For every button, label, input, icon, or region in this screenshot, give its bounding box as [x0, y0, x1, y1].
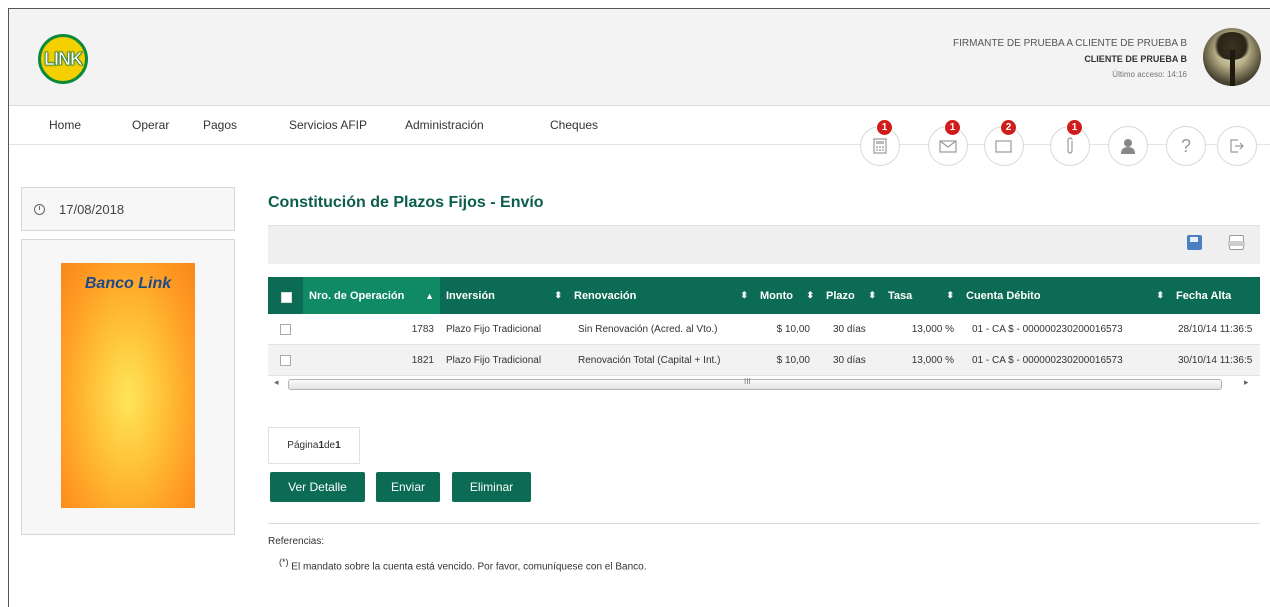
mail-badge: 1 [944, 119, 961, 136]
last-access: Último acceso: 14:16 [1112, 70, 1187, 79]
cell-plazo: 30 días [833, 324, 866, 335]
user-firmante: FIRMANTE DE PRUEBA A CLIENTE DE PRUEBA B [953, 38, 1187, 49]
eliminar-button[interactable]: Eliminar [452, 472, 531, 502]
reference-note: (*) El mandato sobre la cuenta está venc… [279, 557, 647, 572]
col-tasa[interactable]: Tasa ⬍ [882, 277, 960, 314]
select-all-checkbox[interactable] [281, 292, 292, 303]
scroll-left-icon[interactable]: ◂ [274, 377, 279, 388]
promo-banner[interactable]: Banco Link [61, 263, 195, 508]
sort-icon: ⬍ [1156, 290, 1164, 300]
reference-text: El mandato sobre la cuenta está vencido.… [288, 561, 647, 573]
row-checkbox[interactable] [280, 324, 291, 335]
page-title: Constitución de Plazos Fijos - Envío [268, 194, 544, 211]
ver-detalle-button[interactable]: Ver Detalle [270, 472, 365, 502]
cell-inversion: Plazo Fijo Tradicional [446, 355, 542, 366]
nav-administracion[interactable]: Administración [405, 118, 484, 132]
sort-icon: ⬍ [554, 290, 562, 300]
help-icon[interactable]: ? [1166, 126, 1206, 166]
table-row[interactable]: 1821 Plazo Fijo Tradicional Renovación T… [268, 345, 1260, 376]
divider [268, 523, 1260, 524]
logo-text: LINK [44, 48, 84, 69]
grid-toolbar [268, 225, 1260, 264]
save-icon[interactable] [1187, 235, 1202, 250]
cell-plazo: 30 días [833, 355, 866, 366]
col-nro-operacion[interactable]: Nro. de Operación ▲ [303, 277, 440, 314]
nav-operar[interactable]: Operar [132, 118, 169, 132]
cell-monto: $ 10,00 [776, 355, 810, 366]
sort-icon: ⬍ [868, 290, 876, 300]
date-text: 17/08/2018 [59, 201, 125, 217]
operations-grid: Nro. de Operación ▲ Inversión ⬍ Renovación… [268, 277, 1260, 392]
row-checkbox[interactable] [280, 355, 291, 366]
app-frame: LINK FIRMANTE DE PRUEBA A CLIENTE DE PRU… [8, 8, 1270, 607]
col-monto[interactable]: Monto ⬍ [754, 277, 820, 314]
cell-tasa: 13,000 % [911, 355, 954, 366]
attachment-icon[interactable]: 1 [1050, 119, 1090, 166]
user-icon[interactable] [1108, 126, 1148, 166]
nav-pagos[interactable]: Pagos [203, 118, 237, 132]
promo-title: Banco Link [84, 275, 172, 292]
nav-home[interactable]: Home [49, 118, 81, 132]
calculator-badge: 1 [876, 119, 893, 136]
clock-icon [34, 203, 45, 215]
cell-renovacion: Renovación Total (Capital + Int.) [578, 355, 721, 366]
user-info: FIRMANTE DE PRUEBA A CLIENTE DE PRUEBA B… [953, 37, 1187, 83]
total-pages: 1 [335, 440, 341, 451]
scroll-grip-icon: III [744, 377, 751, 386]
cell-nro: 1821 [411, 355, 434, 366]
link-logo[interactable]: LINK [38, 34, 88, 84]
cell-inversion: Plazo Fijo Tradicional [446, 324, 542, 335]
enviar-button[interactable]: Enviar [376, 472, 440, 502]
scrollbar-thumb[interactable] [288, 379, 1222, 390]
col-cuenta-debito[interactable]: Cuenta Débito ⬍ [960, 277, 1170, 314]
print-icon[interactable] [1228, 235, 1245, 250]
references-title: Referencias: [268, 536, 325, 547]
grid-header: Nro. de Operación ▲ Inversión ⬍ Renovación… [268, 277, 1260, 314]
col-plazo[interactable]: Plazo ⬍ [820, 277, 882, 314]
header: LINK FIRMANTE DE PRUEBA A CLIENTE DE PRU… [9, 9, 1270, 106]
attachment-badge: 1 [1066, 119, 1083, 136]
table-row[interactable]: 1783 Plazo Fijo Tradicional Sin Renovaci… [268, 314, 1260, 345]
cell-cuenta: 01 - CA $ - 000000230200016573 [972, 355, 1123, 366]
sort-icon: ⬍ [806, 290, 814, 300]
col-inversion[interactable]: Inversión ⬍ [440, 277, 568, 314]
cell-nro: 1783 [411, 324, 434, 335]
logout-icon[interactable] [1217, 126, 1257, 166]
current-date: 17/08/2018 [21, 187, 235, 231]
calculator-icon[interactable]: 1 [860, 119, 900, 166]
cell-tasa: 13,000 % [911, 324, 954, 335]
avatar[interactable] [1203, 28, 1261, 86]
scroll-right-icon[interactable]: ▸ [1244, 377, 1249, 388]
nav-servicios-afip[interactable]: Servicios AFIP [289, 118, 367, 132]
col-fecha-alta[interactable]: Fecha Alta [1170, 277, 1260, 314]
col-renovacion[interactable]: Renovación ⬍ [568, 277, 754, 314]
cell-fecha: 28/10/14 11:36:5 [1178, 324, 1253, 335]
cell-monto: $ 10,00 [776, 324, 810, 335]
message-icon[interactable]: 2 [984, 119, 1024, 166]
cell-cuenta: 01 - CA $ - 000000230200016573 [972, 324, 1123, 335]
sort-icon: ⬍ [740, 290, 748, 300]
cell-renovacion: Sin Renovación (Acred. al Vto.) [578, 324, 718, 335]
user-cliente: CLIENTE DE PRUEBA B [1084, 54, 1187, 64]
mail-icon[interactable]: 1 [928, 119, 968, 166]
cell-fecha: 30/10/14 11:36:5 [1178, 355, 1253, 366]
sort-asc-icon: ▲ [425, 290, 434, 301]
pagination: Página 1 de 1 [268, 427, 360, 464]
message-badge: 2 [1000, 119, 1017, 136]
sort-icon: ⬍ [946, 290, 954, 300]
tree-trunk [1230, 50, 1235, 86]
nav-cheques[interactable]: Cheques [550, 118, 598, 132]
reference-mark: (*) [279, 557, 289, 567]
horizontal-scrollbar[interactable]: ◂ III ▸ [268, 376, 1260, 392]
promo-panel: Banco Link [21, 239, 235, 535]
